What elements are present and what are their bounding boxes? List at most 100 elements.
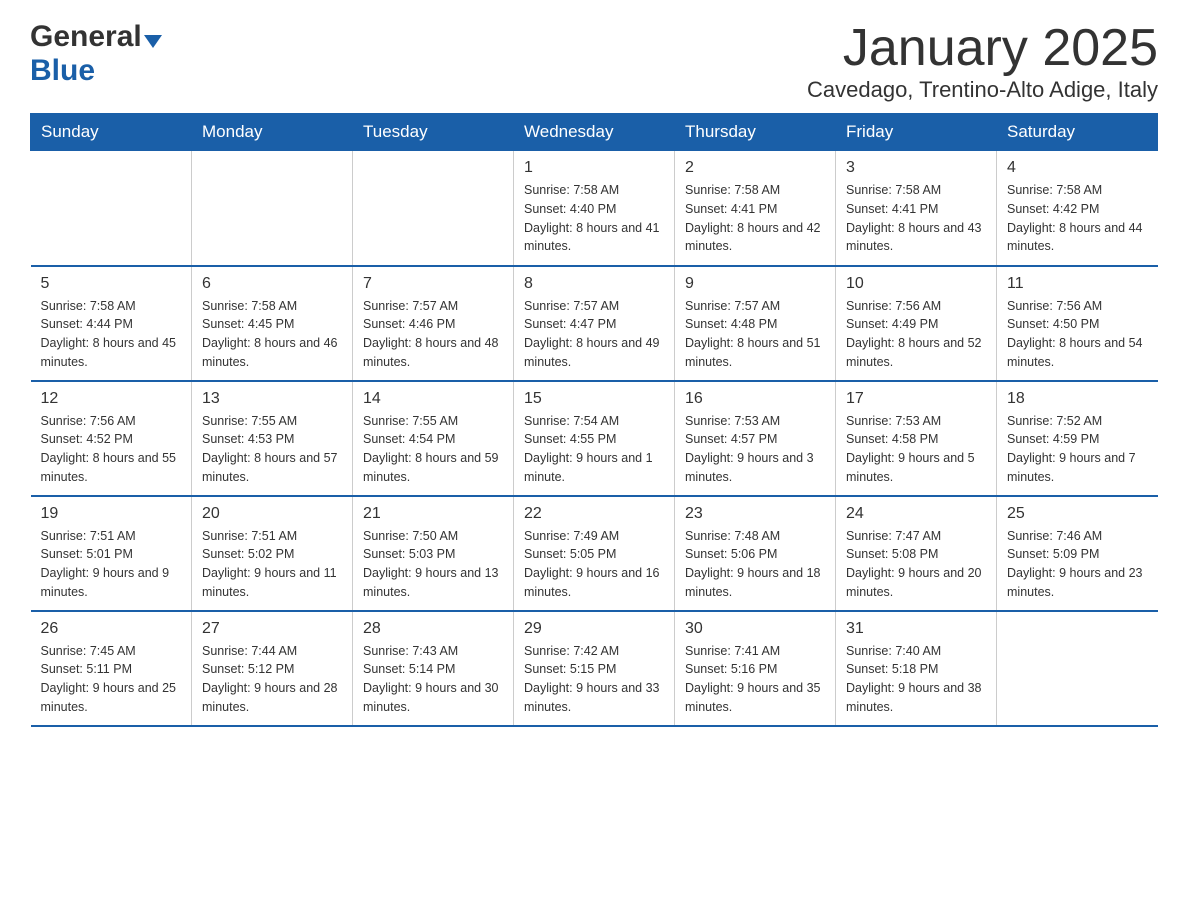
calendar-cell: 22 Sunrise: 7:49 AM Sunset: 5:05 PM Dayli…	[514, 496, 675, 611]
calendar-cell: 2 Sunrise: 7:58 AM Sunset: 4:41 PM Daylig…	[675, 151, 836, 266]
day-info: Sunrise: 7:49 AM Sunset: 5:05 PM Dayligh…	[524, 527, 664, 602]
day-info: Sunrise: 7:56 AM Sunset: 4:50 PM Dayligh…	[1007, 297, 1148, 372]
calendar-week-row: 12 Sunrise: 7:56 AM Sunset: 4:52 PM Dayli…	[31, 381, 1158, 496]
day-number: 30	[685, 620, 825, 638]
day-number: 2	[685, 159, 825, 177]
day-number: 16	[685, 390, 825, 408]
calendar-cell: 19 Sunrise: 7:51 AM Sunset: 5:01 PM Dayli…	[31, 496, 192, 611]
day-info: Sunrise: 7:58 AM Sunset: 4:41 PM Dayligh…	[685, 181, 825, 256]
page-header: General Blue January 2025 Cavedago, Tren…	[30, 20, 1158, 103]
day-info: Sunrise: 7:58 AM Sunset: 4:44 PM Dayligh…	[41, 297, 182, 372]
day-number: 12	[41, 390, 182, 408]
day-number: 28	[363, 620, 503, 638]
calendar-cell: 16 Sunrise: 7:53 AM Sunset: 4:57 PM Dayli…	[675, 381, 836, 496]
day-info: Sunrise: 7:58 AM Sunset: 4:42 PM Dayligh…	[1007, 181, 1148, 256]
day-number: 9	[685, 275, 825, 293]
day-info: Sunrise: 7:50 AM Sunset: 5:03 PM Dayligh…	[363, 527, 503, 602]
day-info: Sunrise: 7:52 AM Sunset: 4:59 PM Dayligh…	[1007, 412, 1148, 487]
weekday-header-friday: Friday	[836, 114, 997, 151]
calendar-cell: 10 Sunrise: 7:56 AM Sunset: 4:49 PM Dayli…	[836, 266, 997, 381]
day-info: Sunrise: 7:57 AM Sunset: 4:47 PM Dayligh…	[524, 297, 664, 372]
calendar-cell: 5 Sunrise: 7:58 AM Sunset: 4:44 PM Daylig…	[31, 266, 192, 381]
calendar-cell: 7 Sunrise: 7:57 AM Sunset: 4:46 PM Daylig…	[353, 266, 514, 381]
calendar-cell: 20 Sunrise: 7:51 AM Sunset: 5:02 PM Dayli…	[192, 496, 353, 611]
day-info: Sunrise: 7:53 AM Sunset: 4:57 PM Dayligh…	[685, 412, 825, 487]
day-info: Sunrise: 7:43 AM Sunset: 5:14 PM Dayligh…	[363, 642, 503, 717]
day-info: Sunrise: 7:55 AM Sunset: 4:54 PM Dayligh…	[363, 412, 503, 487]
day-number: 4	[1007, 159, 1148, 177]
day-info: Sunrise: 7:47 AM Sunset: 5:08 PM Dayligh…	[846, 527, 986, 602]
day-number: 23	[685, 505, 825, 523]
calendar-cell	[997, 611, 1158, 726]
day-info: Sunrise: 7:57 AM Sunset: 4:48 PM Dayligh…	[685, 297, 825, 372]
logo-triangle-icon	[144, 35, 162, 48]
calendar-cell: 23 Sunrise: 7:48 AM Sunset: 5:06 PM Dayli…	[675, 496, 836, 611]
calendar-cell: 1 Sunrise: 7:58 AM Sunset: 4:40 PM Daylig…	[514, 151, 675, 266]
day-info: Sunrise: 7:42 AM Sunset: 5:15 PM Dayligh…	[524, 642, 664, 717]
day-number: 25	[1007, 505, 1148, 523]
calendar-cell: 18Sunrise: 7:52 AM Sunset: 4:59 PM Dayli…	[997, 381, 1158, 496]
day-number: 8	[524, 275, 664, 293]
day-number: 22	[524, 505, 664, 523]
day-number: 10	[846, 275, 986, 293]
day-number: 14	[363, 390, 503, 408]
day-info: Sunrise: 7:46 AM Sunset: 5:09 PM Dayligh…	[1007, 527, 1148, 602]
day-number: 1	[524, 159, 664, 177]
weekday-header-row: SundayMondayTuesdayWednesdayThursdayFrid…	[31, 114, 1158, 151]
day-number: 19	[41, 505, 182, 523]
calendar-cell: 25 Sunrise: 7:46 AM Sunset: 5:09 PM Dayli…	[997, 496, 1158, 611]
day-number: 15	[524, 390, 664, 408]
day-number: 17	[846, 390, 986, 408]
calendar-cell: 12 Sunrise: 7:56 AM Sunset: 4:52 PM Dayli…	[31, 381, 192, 496]
calendar-cell: 9 Sunrise: 7:57 AM Sunset: 4:48 PM Daylig…	[675, 266, 836, 381]
day-number: 29	[524, 620, 664, 638]
calendar-cell	[31, 151, 192, 266]
day-info: Sunrise: 7:53 AM Sunset: 4:58 PM Dayligh…	[846, 412, 986, 487]
day-info: Sunrise: 7:48 AM Sunset: 5:06 PM Dayligh…	[685, 527, 825, 602]
day-info: Sunrise: 7:51 AM Sunset: 5:01 PM Dayligh…	[41, 527, 182, 602]
calendar-cell	[192, 151, 353, 266]
calendar-cell	[353, 151, 514, 266]
calendar-cell: 26 Sunrise: 7:45 AM Sunset: 5:11 PM Dayli…	[31, 611, 192, 726]
day-number: 7	[363, 275, 503, 293]
calendar-cell: 11Sunrise: 7:56 AM Sunset: 4:50 PM Dayli…	[997, 266, 1158, 381]
day-number: 5	[41, 275, 182, 293]
calendar-cell: 6Sunrise: 7:58 AM Sunset: 4:45 PM Daylig…	[192, 266, 353, 381]
day-info: Sunrise: 7:44 AM Sunset: 5:12 PM Dayligh…	[202, 642, 342, 717]
calendar-cell: 4 Sunrise: 7:58 AM Sunset: 4:42 PM Daylig…	[997, 151, 1158, 266]
day-info: Sunrise: 7:56 AM Sunset: 4:49 PM Dayligh…	[846, 297, 986, 372]
logo-general-text: General	[30, 20, 142, 54]
day-info: Sunrise: 7:51 AM Sunset: 5:02 PM Dayligh…	[202, 527, 342, 602]
day-info: Sunrise: 7:41 AM Sunset: 5:16 PM Dayligh…	[685, 642, 825, 717]
day-number: 26	[41, 620, 182, 638]
calendar-cell: 17 Sunrise: 7:53 AM Sunset: 4:58 PM Dayli…	[836, 381, 997, 496]
calendar-cell: 27 Sunrise: 7:44 AM Sunset: 5:12 PM Dayli…	[192, 611, 353, 726]
day-info: Sunrise: 7:55 AM Sunset: 4:53 PM Dayligh…	[202, 412, 342, 487]
calendar-cell: 29 Sunrise: 7:42 AM Sunset: 5:15 PM Dayli…	[514, 611, 675, 726]
day-info: Sunrise: 7:45 AM Sunset: 5:11 PM Dayligh…	[41, 642, 182, 717]
calendar-subtitle: Cavedago, Trentino-Alto Adige, Italy	[807, 77, 1158, 103]
calendar-week-row: 1 Sunrise: 7:58 AM Sunset: 4:40 PM Daylig…	[31, 151, 1158, 266]
weekday-header-sunday: Sunday	[31, 114, 192, 151]
calendar-cell: 3Sunrise: 7:58 AM Sunset: 4:41 PM Daylig…	[836, 151, 997, 266]
calendar-cell: 21 Sunrise: 7:50 AM Sunset: 5:03 PM Dayli…	[353, 496, 514, 611]
weekday-header-wednesday: Wednesday	[514, 114, 675, 151]
calendar-cell: 14 Sunrise: 7:55 AM Sunset: 4:54 PM Dayli…	[353, 381, 514, 496]
calendar-week-row: 5 Sunrise: 7:58 AM Sunset: 4:44 PM Daylig…	[31, 266, 1158, 381]
day-number: 27	[202, 620, 342, 638]
day-info: Sunrise: 7:58 AM Sunset: 4:40 PM Dayligh…	[524, 181, 664, 256]
day-number: 3	[846, 159, 986, 177]
calendar-cell: 8 Sunrise: 7:57 AM Sunset: 4:47 PM Daylig…	[514, 266, 675, 381]
day-info: Sunrise: 7:54 AM Sunset: 4:55 PM Dayligh…	[524, 412, 664, 487]
day-info: Sunrise: 7:57 AM Sunset: 4:46 PM Dayligh…	[363, 297, 503, 372]
calendar-week-row: 26 Sunrise: 7:45 AM Sunset: 5:11 PM Dayli…	[31, 611, 1158, 726]
calendar-table: SundayMondayTuesdayWednesdayThursdayFrid…	[30, 113, 1158, 727]
day-number: 13	[202, 390, 342, 408]
weekday-header-tuesday: Tuesday	[353, 114, 514, 151]
day-number: 21	[363, 505, 503, 523]
day-info: Sunrise: 7:56 AM Sunset: 4:52 PM Dayligh…	[41, 412, 182, 487]
day-number: 20	[202, 505, 342, 523]
weekday-header-saturday: Saturday	[997, 114, 1158, 151]
day-number: 6	[202, 275, 342, 293]
calendar-cell: 13 Sunrise: 7:55 AM Sunset: 4:53 PM Dayli…	[192, 381, 353, 496]
